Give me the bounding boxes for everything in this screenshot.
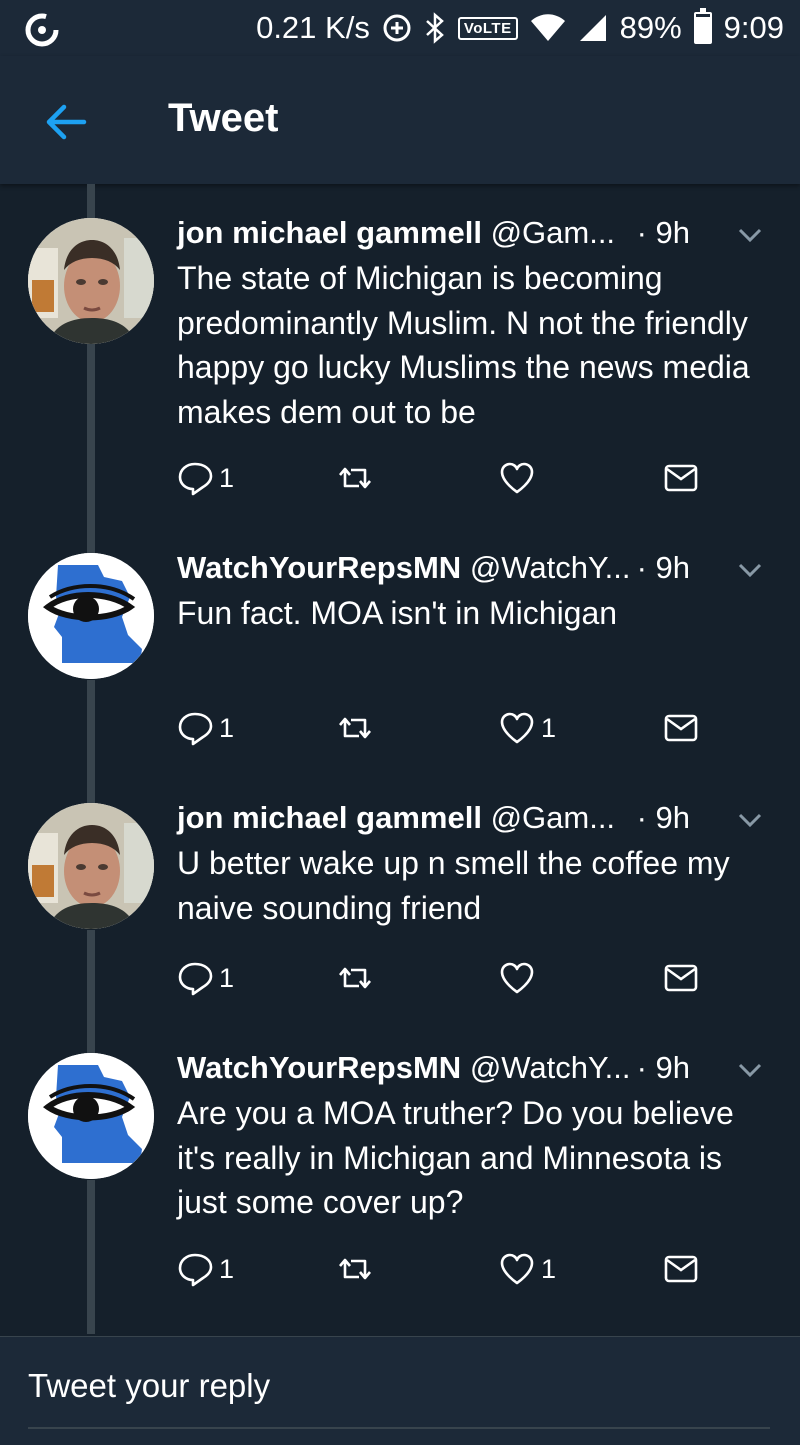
reply-input[interactable]: Tweet your reply (28, 1367, 770, 1429)
message-button[interactable] (663, 456, 699, 500)
like-count: 1 (541, 1253, 557, 1284)
author-handle[interactable]: @WatchY... (470, 1050, 631, 1085)
tweet-header: jon michael gammell @Gam... · 9h (177, 214, 770, 252)
back-arrow-icon[interactable] (40, 96, 92, 148)
reply-button[interactable]: 1 (177, 1247, 234, 1291)
retweet-button[interactable] (337, 706, 379, 750)
author-name[interactable]: WatchYourRepsMN (177, 1050, 461, 1085)
tweet-timestamp: · 9h (636, 1050, 690, 1085)
volte-badge: VoLTE (457, 16, 518, 40)
author-name[interactable]: jon michael gammell (177, 215, 482, 250)
tweet-timestamp: · 9h (636, 800, 690, 835)
chevron-down-icon[interactable] (730, 216, 770, 252)
tweet-header: WatchYourRepsMN @WatchY... · 9h (177, 549, 770, 587)
signal-icon (579, 15, 606, 41)
tweet-actions: 1 (177, 456, 737, 500)
author-name[interactable]: WatchYourRepsMN (177, 550, 461, 585)
like-button[interactable] (499, 456, 541, 500)
avatar-logo[interactable] (28, 1053, 154, 1179)
avatar-photo[interactable] (28, 803, 154, 929)
author-name[interactable]: jon michael gammell (177, 800, 482, 835)
tweet-item[interactable]: WatchYourRepsMN @WatchY... · 9h Are you … (0, 1019, 800, 1334)
tweet-actions: 1 1 (177, 1247, 737, 1291)
reply-icon (178, 462, 213, 496)
tweet-text: U better wake up n smell the coffee my n… (177, 845, 730, 926)
retweet-icon (339, 467, 371, 489)
like-button[interactable] (499, 956, 541, 1000)
reply-bar: Tweet your reply (0, 1336, 800, 1445)
chevron-down-icon[interactable] (730, 551, 770, 587)
reply-icon (178, 712, 213, 746)
message-button[interactable] (663, 956, 699, 1000)
tweet-item[interactable]: jon michael gammell @Gam... · 9h U bette… (0, 769, 800, 1019)
tweet-item[interactable]: WatchYourRepsMN @WatchY... · 9h Fun fact… (0, 519, 800, 769)
sync-icon (25, 13, 59, 47)
tweet-actions: 1 (177, 956, 737, 1000)
retweet-button[interactable] (337, 1247, 379, 1291)
tweet-header: WatchYourRepsMN @WatchY... · 9h (177, 1049, 770, 1087)
reply-icon (178, 1253, 213, 1287)
author-handle[interactable]: @WatchY... (470, 550, 631, 585)
reply-icon (178, 962, 213, 996)
status-bar: 0.21 K/s VoLTE 89% 9:09 (0, 0, 800, 56)
message-button[interactable] (663, 1247, 699, 1291)
author-handle[interactable]: @Gam... (491, 800, 615, 835)
data-saver-icon (383, 14, 411, 42)
tweet-text: Fun fact. MOA isn't in Michigan (177, 595, 618, 631)
retweet-button[interactable] (337, 956, 379, 1000)
tweet-header: jon michael gammell @Gam... · 9h (177, 799, 770, 837)
retweet-icon (339, 717, 371, 739)
message-button[interactable] (663, 706, 699, 750)
battery-icon (693, 8, 712, 44)
tweet-text: Are you a MOA truther? Do you believe it… (177, 1095, 734, 1220)
avatar-logo[interactable] (28, 553, 154, 679)
tweet-timestamp: · 9h (636, 215, 690, 250)
tweet-text: The state of Michigan is becoming predom… (177, 260, 750, 430)
retweet-icon (339, 1258, 371, 1280)
like-button[interactable]: 1 (499, 706, 556, 750)
reply-button[interactable]: 1 (177, 956, 234, 1000)
heart-icon (500, 1253, 534, 1285)
tweet-item[interactable]: jon michael gammell @Gam... · 9h The sta… (0, 184, 800, 519)
envelope-icon (664, 714, 698, 742)
page-title: Tweet (168, 96, 279, 140)
tweet-actions: 1 1 (177, 706, 737, 750)
heart-icon (500, 462, 534, 494)
reply-button[interactable]: 1 (177, 706, 234, 750)
chevron-down-icon[interactable] (730, 1051, 770, 1087)
reply-count: 1 (219, 712, 235, 743)
clock: 9:09 (723, 10, 784, 45)
network-speed: 0.21 K/s (256, 10, 370, 45)
reply-button[interactable]: 1 (177, 456, 234, 500)
like-count: 1 (541, 712, 557, 743)
heart-icon (500, 712, 534, 744)
envelope-icon (664, 1255, 698, 1283)
reply-count: 1 (219, 462, 235, 493)
heart-icon (500, 962, 534, 994)
reply-count: 1 (219, 1253, 235, 1284)
retweet-button[interactable] (337, 456, 379, 500)
bluetooth-icon (425, 12, 444, 44)
envelope-icon (664, 964, 698, 992)
like-button[interactable]: 1 (499, 1247, 556, 1291)
retweet-icon (339, 967, 371, 989)
tweet-timestamp: · 9h (636, 550, 690, 585)
tweet-thread: jon michael gammell @Gam... · 9h The sta… (0, 184, 800, 1334)
author-handle[interactable]: @Gam... (491, 215, 615, 250)
envelope-icon (664, 464, 698, 492)
app-header: Tweet (0, 56, 800, 184)
battery-percent: 89% (619, 10, 682, 45)
chevron-down-icon[interactable] (730, 801, 770, 837)
reply-count: 1 (219, 962, 235, 993)
avatar-photo[interactable] (28, 218, 154, 344)
wifi-icon (530, 14, 565, 41)
